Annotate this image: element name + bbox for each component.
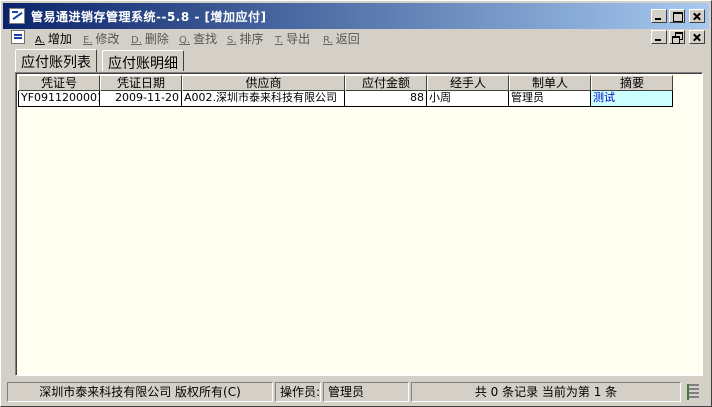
resize-grip-icon[interactable] — [687, 384, 699, 400]
child-restore-button[interactable] — [669, 30, 685, 44]
menu-find-key: Q. — [179, 35, 191, 46]
grid-header-row: 凭证号 凭证日期 供应商 应付金额 经手人 制单人 摘要 — [18, 75, 673, 91]
menu-edit-key: E. — [83, 35, 93, 46]
cell-creator[interactable]: 管理员 — [509, 91, 591, 107]
column-header-creator[interactable]: 制单人 — [509, 75, 591, 91]
cell-handler[interactable]: 小周 — [427, 91, 509, 107]
menu-delete[interactable]: D. 删除 — [131, 30, 169, 47]
minimize-button[interactable] — [651, 9, 667, 23]
close-button[interactable] — [689, 9, 705, 23]
payables-grid: 凭证号 凭证日期 供应商 应付金额 经手人 制单人 摘要 YF091120000… — [18, 75, 673, 107]
menu-bar: A. 增加 E. 修改 D. 删除 Q. 查找 S. 排序 T. 导出 R. 返回 — [3, 29, 709, 47]
cell-voucher-date[interactable]: 2009-11-20 — [100, 91, 182, 107]
menu-sort[interactable]: S. 排序 — [227, 30, 264, 47]
child-window-icon[interactable] — [11, 30, 25, 44]
menu-add[interactable]: A. 增加 — [35, 30, 72, 47]
menu-find[interactable]: Q. 查找 — [179, 30, 217, 47]
child-caption-buttons — [651, 30, 705, 44]
column-header-voucher-date[interactable]: 凭证日期 — [100, 75, 182, 91]
status-operator-label: 操作员: — [275, 382, 321, 402]
menu-return-key: R. — [323, 35, 333, 46]
menu-delete-label: 删除 — [144, 32, 169, 46]
cell-voucher-no[interactable]: YF0911200001 — [18, 91, 100, 107]
menu-return-label: 返回 — [335, 32, 360, 46]
cell-amount[interactable]: 88 — [345, 91, 427, 107]
window-title: 管易通进销存管理系统--5.8 - [增加应付] — [31, 10, 267, 24]
caption-buttons — [651, 9, 705, 24]
menu-edit-label: 修改 — [95, 32, 120, 46]
menu-export[interactable]: T. 导出 — [275, 30, 310, 47]
menu-sort-label: 排序 — [239, 32, 264, 46]
menu-find-label: 查找 — [193, 32, 218, 46]
tab-payables-list[interactable]: 应付账列表 — [15, 49, 97, 72]
column-header-supplier[interactable]: 供应商 — [182, 75, 345, 91]
menu-add-key: A. — [35, 35, 45, 46]
payables-grid-panel: 凭证号 凭证日期 供应商 应付金额 经手人 制单人 摘要 YF091120000… — [15, 72, 703, 376]
column-header-amount[interactable]: 应付金额 — [345, 75, 427, 91]
menu-delete-key: D. — [131, 35, 142, 46]
title-bar[interactable]: 管易通进销存管理系统--5.8 - [增加应付] — [3, 3, 709, 29]
cell-summary[interactable]: 测试 — [591, 91, 673, 107]
menu-sort-key: S. — [227, 35, 237, 46]
maximize-button[interactable] — [669, 9, 685, 23]
menu-return[interactable]: R. 返回 — [323, 30, 360, 47]
status-bar: 深圳市泰来科技有限公司 版权所有(C) 操作员: 管理员 共 0 条记录 当前为… — [7, 382, 707, 404]
menu-export-key: T. — [275, 35, 284, 46]
child-close-button[interactable] — [689, 30, 705, 44]
cell-supplier[interactable]: A002.深圳市泰来科技有限公司 — [182, 91, 345, 107]
menu-edit[interactable]: E. 修改 — [83, 30, 120, 47]
status-record-info: 共 0 条记录 当前为第 1 条 — [411, 382, 681, 402]
menu-export-label: 导出 — [286, 32, 311, 46]
tab-payables-detail[interactable]: 应付账明细 — [102, 50, 184, 72]
app-icon — [9, 8, 25, 24]
main-window: 管易通进销存管理系统--5.8 - [增加应付] A. 增加 E. 修改 D. 删除 … — [0, 0, 712, 407]
column-header-voucher-no[interactable]: 凭证号 — [18, 75, 100, 91]
menu-add-label: 增加 — [47, 32, 72, 46]
status-copyright: 深圳市泰来科技有限公司 版权所有(C) — [7, 382, 273, 402]
child-minimize-button[interactable] — [651, 30, 667, 44]
column-header-summary[interactable]: 摘要 — [591, 75, 673, 91]
table-row[interactable]: YF0911200001 2009-11-20 A002.深圳市泰来科技有限公司… — [18, 91, 673, 107]
column-header-handler[interactable]: 经手人 — [427, 75, 509, 91]
status-operator: 管理员 — [323, 382, 409, 402]
